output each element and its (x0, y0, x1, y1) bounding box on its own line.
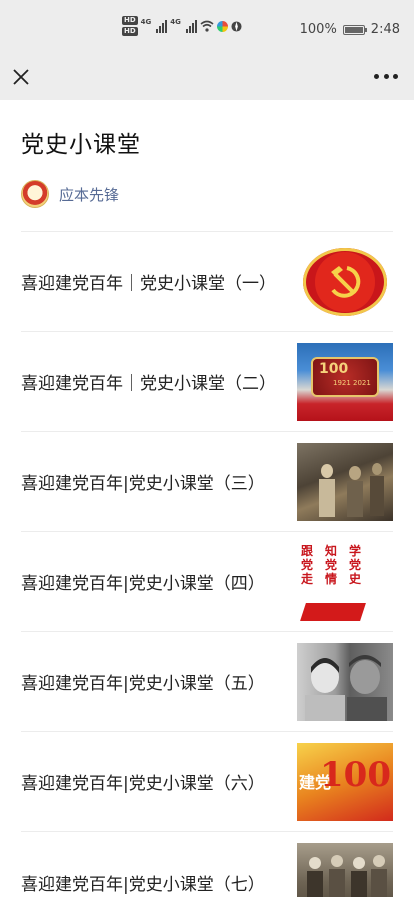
list-item[interactable]: 喜迎建党百年|党史小课堂（六） 建党 100 (21, 732, 393, 832)
status-bar: HD HD 4G 4G 100% 2:48 (0, 0, 414, 60)
status-right: 100% 2:48 (300, 22, 400, 37)
thumbnail-historical-photo[interactable] (297, 442, 393, 521)
item-title[interactable]: 喜迎建党百年|党史小课堂（五） (21, 669, 265, 694)
avatar[interactable] (21, 180, 49, 208)
thumbnail-centenary-100[interactable]: 建党 100 (297, 742, 393, 821)
thumbnail-party-emblem[interactable] (297, 242, 393, 321)
slogan-char: 走 (301, 571, 314, 586)
battery-icon (342, 24, 367, 35)
thumb-year-end: 2021 (353, 378, 371, 387)
article-content: 党史小课堂 应本先锋 喜迎建党百年｜党史小课堂（一） 喜迎建党百年｜党史小课堂（… (0, 125, 414, 897)
item-title[interactable]: 喜迎建党百年|党史小课堂（三） (21, 469, 265, 494)
hd-badge-2: HD (122, 27, 138, 36)
thumb-year-start: 1921 (333, 378, 351, 387)
thumbnail-portrait[interactable] (297, 642, 393, 721)
app-bubble-icon (216, 20, 228, 32)
list-item[interactable]: 喜迎建党百年|党史小课堂（七） (21, 832, 393, 897)
article-list: 喜迎建党百年｜党史小课堂（一） 喜迎建党百年｜党史小课堂（二） 100 1921… (21, 232, 393, 897)
nav-bar (0, 60, 414, 100)
clock: 2:48 (370, 22, 400, 37)
list-item[interactable]: 喜迎建党百年｜党史小课堂（二） 100 1921 2021 (21, 332, 393, 432)
slogan-char: 党 (325, 557, 338, 572)
hd-indicator: HD HD (122, 16, 138, 36)
wifi-icon (200, 20, 214, 32)
thumbnail-group-photo[interactable] (297, 843, 393, 897)
list-item[interactable]: 喜迎建党百年|党史小课堂（三） (21, 432, 393, 532)
item-title[interactable]: 喜迎建党百年|党史小课堂（七） (21, 870, 265, 895)
thumbnail-slogan[interactable]: 跟 党 走 知 党 情 学 党 史 (297, 542, 393, 621)
battery-percent: 100% (299, 22, 337, 37)
group-figures-icon (307, 855, 387, 897)
slogan-char: 情 (325, 571, 338, 586)
list-item[interactable]: 喜迎建党百年|党史小课堂（四） 跟 党 走 知 党 情 学 党 史 (21, 532, 393, 632)
list-item[interactable]: 喜迎建党百年｜党史小课堂（一） (21, 232, 393, 332)
signal-icon (156, 19, 168, 33)
slogan-char: 史 (349, 571, 362, 586)
crowd-figures-icon (319, 462, 384, 517)
slogan-char: 党 (349, 557, 362, 572)
signal-icon (185, 19, 197, 33)
page-title: 党史小课堂 (21, 132, 141, 158)
hd-badge-1: HD (122, 16, 138, 25)
hammer-sickle-icon (331, 265, 361, 298)
author-row[interactable]: 应本先锋 (21, 179, 393, 209)
portrait-figures-icon (305, 654, 387, 721)
close-icon[interactable] (10, 66, 32, 88)
slogan-char: 跟 (301, 543, 314, 558)
more-icon[interactable] (374, 68, 398, 84)
network-type-2: 4G (170, 18, 181, 26)
thumb-number: 100 (320, 754, 391, 795)
list-item[interactable]: 喜迎建党百年|党史小课堂（五） (21, 632, 393, 732)
slogan-char: 党 (301, 557, 314, 572)
item-title[interactable]: 喜迎建党百年｜党史小课堂（一） (21, 269, 276, 294)
thumb-number: 100 (319, 360, 349, 377)
item-title[interactable]: 喜迎建党百年｜党史小课堂（二） (21, 369, 276, 394)
network-type-1: 4G (140, 18, 152, 26)
red-banner (297, 600, 393, 621)
thumbnail-centenary[interactable]: 100 1921 2021 (297, 342, 393, 421)
item-title[interactable]: 喜迎建党百年|党史小课堂（六） (21, 769, 265, 794)
slogan-char: 学 (349, 543, 362, 558)
slogan-char: 知 (325, 543, 338, 558)
author-name[interactable]: 应本先锋 (59, 184, 119, 205)
item-title[interactable]: 喜迎建党百年|党史小课堂（四） (21, 569, 265, 594)
status-icons: HD HD 4G 4G (122, 16, 242, 36)
settings-icon (231, 20, 242, 32)
